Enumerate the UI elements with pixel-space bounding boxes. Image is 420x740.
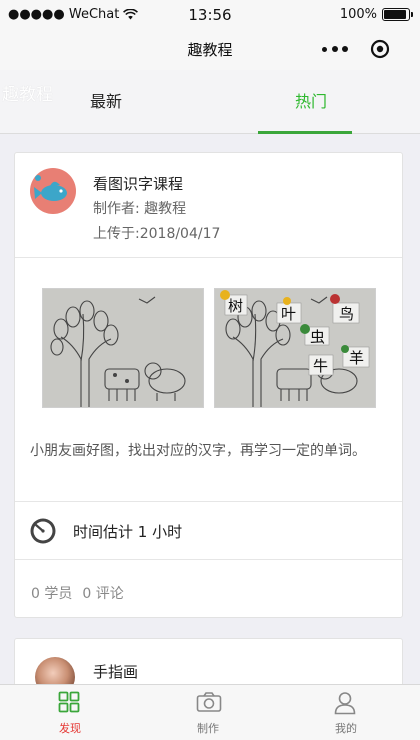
image-label: 牛: [313, 357, 328, 375]
avatar: [30, 168, 76, 214]
battery-percent: 100%: [339, 7, 377, 22]
image-label: 树: [228, 297, 243, 315]
tab-label: 制作: [197, 722, 219, 735]
course-stats: 0 学员 0 评论: [31, 583, 124, 603]
status-bar: ●●●●● WeChat 13:56 100%: [0, 0, 420, 30]
image-label: 叶: [281, 305, 296, 323]
course-image[interactable]: [42, 288, 204, 408]
watermark: 趣教程: [2, 85, 53, 105]
battery-status: 100%: [339, 7, 413, 22]
students-count: 0 学员: [31, 586, 73, 602]
duration-row: 时间估计 1 小时: [15, 505, 402, 557]
grid-icon: [58, 691, 80, 713]
person-icon: [334, 692, 356, 715]
active-tab-indicator: [258, 131, 352, 134]
course-image-labeled[interactable]: 树 叶 鸟 虫 羊 牛: [214, 288, 376, 408]
duration-estimate: 时间估计 1 小时: [73, 523, 183, 541]
divider: [15, 559, 402, 560]
drawing-tree-animals-image: [43, 289, 203, 407]
image-label: 鸟: [339, 305, 354, 323]
page-title: 趣教程: [187, 41, 233, 59]
battery-icon: [382, 8, 413, 21]
bottom-tab-bar: 发现 制作 我的: [0, 684, 420, 740]
tab-hot[interactable]: 热门: [295, 88, 327, 112]
image-label: 羊: [349, 349, 364, 367]
course-description: 小朋友画好图，找出对应的汉字，再学习一定的单词。: [30, 443, 366, 459]
drawing-labeled-image: 树 叶 鸟 虫 羊 牛: [215, 289, 375, 407]
nav-bar: 趣教程: [0, 30, 420, 70]
tab-label: 我的: [335, 722, 357, 735]
comments-count[interactable]: 0 评论: [82, 586, 123, 602]
tab-label: 发现: [59, 722, 81, 735]
tab-latest[interactable]: 最新: [90, 88, 122, 112]
fish-logo-icon: [30, 168, 76, 214]
tab-discover[interactable]: 发现: [0, 685, 140, 740]
course-title[interactable]: 手指画: [93, 661, 138, 682]
course-title[interactable]: 看图识字课程: [93, 173, 183, 194]
more-dots-icon[interactable]: [322, 42, 348, 56]
course-author: 制作者: 趣教程: [93, 201, 187, 217]
tab-mine[interactable]: 我的: [276, 685, 416, 740]
tab-create[interactable]: 制作: [138, 685, 278, 740]
divider: [15, 501, 402, 502]
course-upload-date: 上传于:2018/04/17: [93, 226, 221, 242]
close-circle-icon[interactable]: [370, 39, 390, 59]
clock-icon: [30, 518, 56, 544]
image-label: 虫: [310, 328, 325, 346]
course-card[interactable]: 看图识字课程 制作者: 趣教程 上传于:2018/04/17 树 叶 鸟 虫 羊…: [14, 152, 403, 618]
tab-bar: 趣教程 最新 热门: [0, 70, 420, 134]
divider: [15, 257, 402, 258]
camera-icon: [196, 692, 222, 712]
